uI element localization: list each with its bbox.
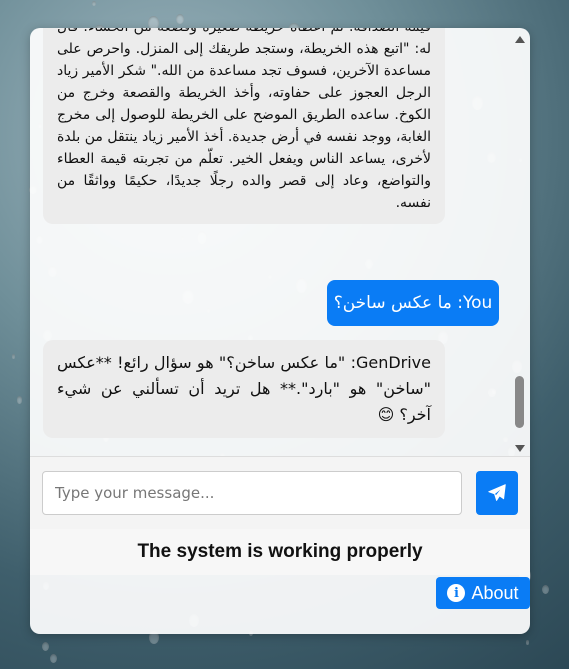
rain-drop — [42, 642, 50, 652]
about-label: About — [471, 582, 519, 603]
scrollbar-thumb[interactable] — [515, 376, 524, 428]
scroll-up-arrow-icon[interactable] — [515, 36, 525, 43]
rain-drop — [11, 354, 16, 360]
bot-message: قيمة الصداقة. ثم أعطاه خريطة صغيرة وقصعة… — [43, 28, 445, 224]
rain-drop — [92, 0, 97, 7]
user-message: You: ما عكس ساخن؟ — [327, 280, 499, 326]
rain-drop — [50, 653, 58, 663]
status-message: The system is working properly — [30, 529, 530, 575]
info-icon: i — [447, 584, 466, 602]
message-list[interactable]: قيمة الصداقة. ثم أعطاه خريطة صغيرة وقصعة… — [30, 28, 530, 456]
about-button[interactable]: i About — [436, 577, 530, 609]
message-input[interactable] — [42, 471, 462, 515]
send-button[interactable] — [476, 471, 518, 515]
rain-drop — [525, 640, 530, 645]
chat-window: قيمة الصداقة. ثم أعطاه خريطة صغيرة وقصعة… — [30, 28, 530, 634]
bot-message: GenDrive: "ما عكس ساخن؟" هو سؤال رائع! *… — [43, 340, 445, 438]
scroll-down-arrow-icon[interactable] — [515, 445, 525, 452]
paper-plane-icon — [488, 484, 506, 501]
rain-drop — [16, 396, 23, 404]
scrollbar[interactable] — [514, 36, 526, 452]
rain-drop — [176, 14, 185, 25]
rain-drop — [541, 584, 549, 594]
message-composer — [30, 456, 530, 530]
